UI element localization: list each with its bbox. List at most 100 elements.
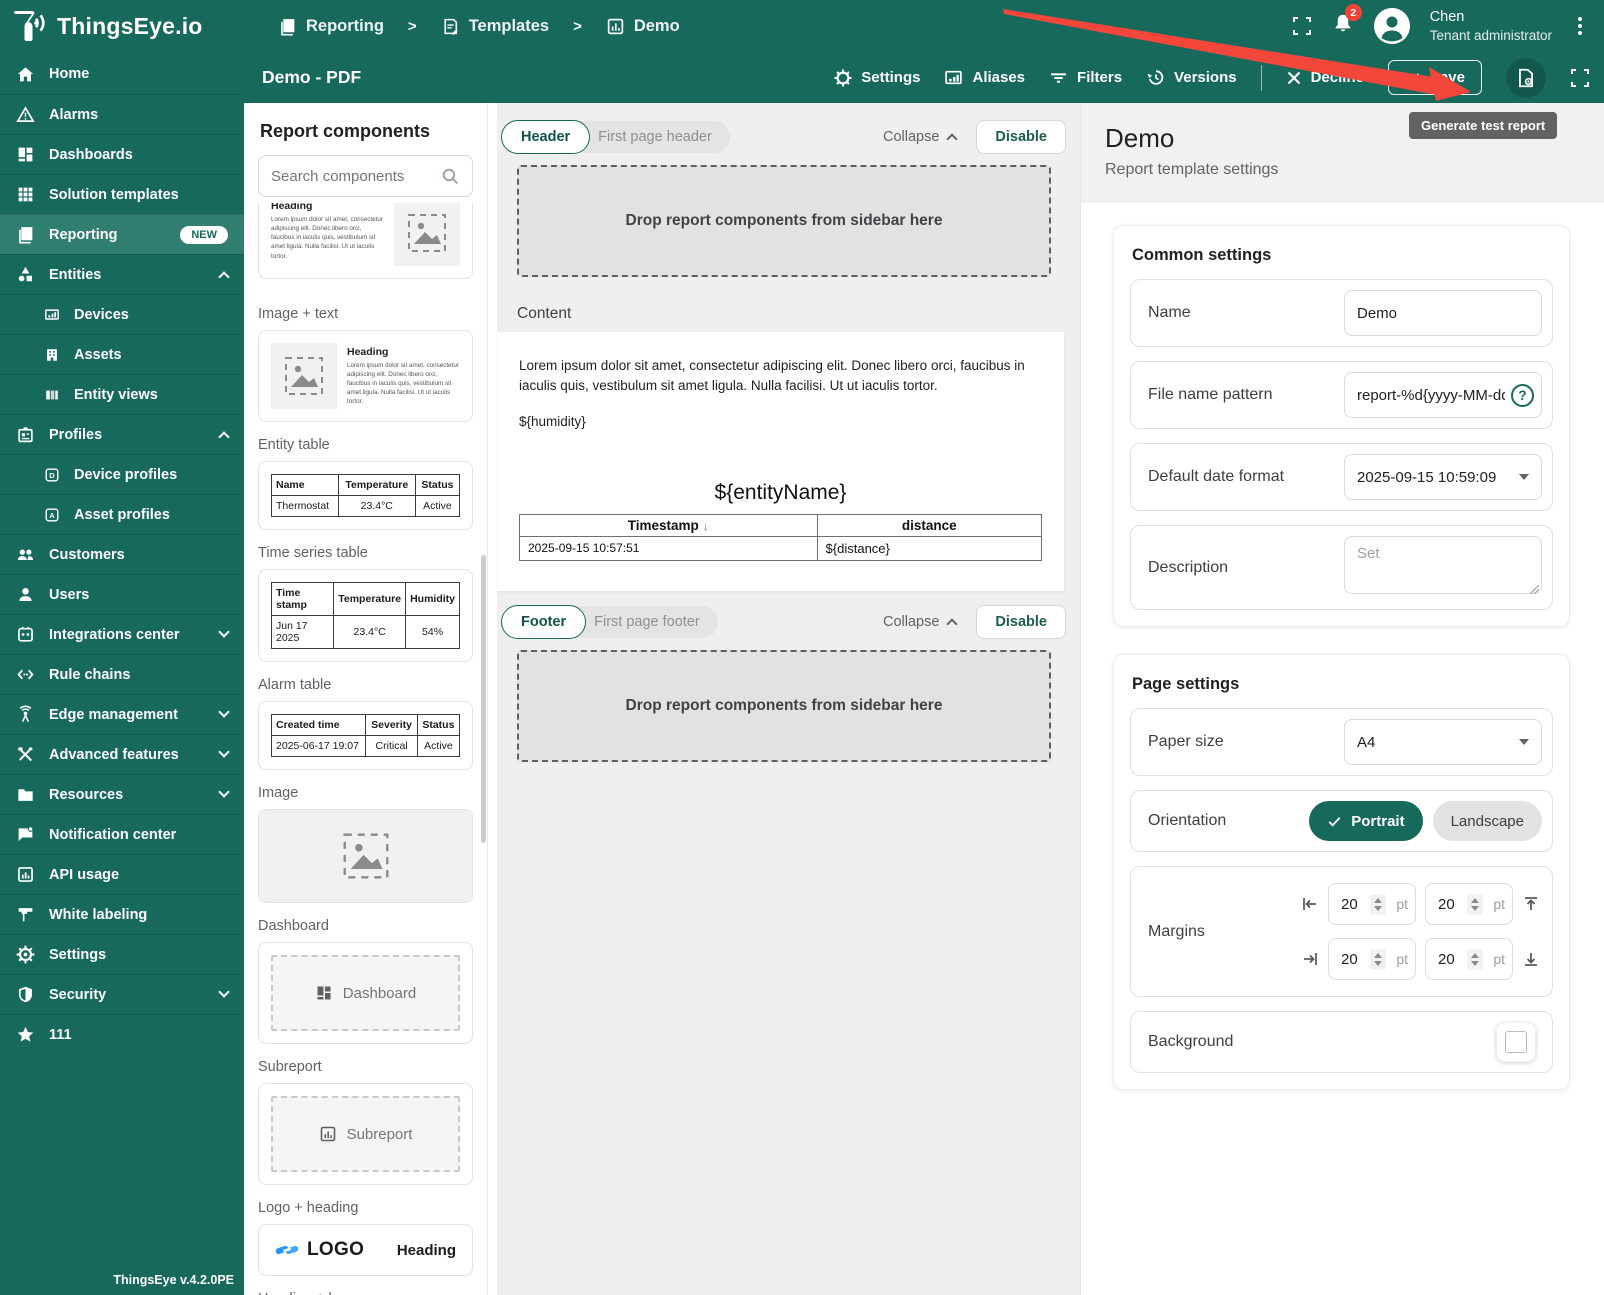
fullscreen-icon[interactable] [1292, 16, 1312, 36]
header-collapse-button[interactable]: Collapse [883, 129, 959, 145]
margin-top-input-box[interactable]: pt [1425, 883, 1513, 925]
more-menu-icon[interactable] [1572, 13, 1588, 39]
decline-button[interactable]: Decline [1286, 69, 1364, 86]
sidebar-item-customers[interactable]: Customers [0, 534, 244, 574]
search-components-box[interactable] [258, 155, 473, 197]
sidebar-item-device-profiles[interactable]: D Device profiles [0, 454, 244, 494]
background-color-picker[interactable] [1496, 1022, 1536, 1062]
components-scrollbar[interactable] [481, 555, 486, 843]
brand[interactable]: ThingsEye.io [0, 9, 244, 43]
margin-right-input[interactable] [1341, 950, 1367, 968]
sidebar-item-profiles[interactable]: Profiles [0, 414, 244, 454]
sidebar-item-advanced-features[interactable]: Advanced features [0, 734, 244, 774]
margin-left-input[interactable] [1341, 895, 1367, 913]
component-card-entity-table[interactable]: Name Temperature Status Thermostat 23.4°… [258, 461, 473, 530]
stepper-control[interactable] [1467, 893, 1483, 915]
footer-disable-button[interactable]: Disable [976, 604, 1066, 639]
unit-label: pt [1493, 951, 1505, 967]
sidebar-item-home[interactable]: Home [0, 54, 244, 94]
name-input-box[interactable] [1344, 290, 1542, 336]
badge-icon [18, 427, 33, 443]
sidebar-item-resources[interactable]: Resources [0, 774, 244, 814]
sidebar-item-security[interactable]: Security [0, 974, 244, 1014]
sidebar-item-edge-management[interactable]: Edge management [0, 694, 244, 734]
default-date-format-select[interactable]: 2025-09-15 10:59:09 [1344, 454, 1542, 500]
entities-icon [18, 266, 33, 282]
th: Status [414, 474, 461, 496]
help-icon[interactable]: ? [1511, 383, 1534, 407]
margin-bottom-input-box[interactable]: pt [1425, 938, 1513, 980]
sidebar-item-entity-views[interactable]: Entity views [0, 374, 244, 414]
sidebar-item-reporting[interactable]: Reporting NEW [0, 214, 244, 254]
paper-size-select[interactable]: A4 [1344, 719, 1542, 765]
sidebar-item-entities[interactable]: Entities [0, 254, 244, 294]
stepper-control[interactable] [1467, 948, 1483, 970]
component-card-logo-heading[interactable]: LOGO Heading [258, 1224, 473, 1276]
component-card-subreport[interactable]: Subreport [258, 1083, 473, 1185]
sidebar-item-integrations-center[interactable]: Integrations center [0, 614, 244, 654]
avatar[interactable] [1373, 7, 1410, 44]
stepper-control[interactable] [1370, 948, 1386, 970]
margin-left-input-box[interactable]: pt [1328, 883, 1416, 925]
resize-handle-icon[interactable] [1530, 585, 1539, 594]
name-input[interactable] [1357, 304, 1529, 322]
sidebar-item-rule-chains[interactable]: Rule chains [0, 654, 244, 694]
collapse-label: Collapse [882, 613, 940, 630]
filters-button[interactable]: Filters [1049, 68, 1122, 87]
sidebar-item-users[interactable]: Users [0, 574, 244, 614]
footer-dropzone[interactable]: Drop report components from sidebar here [517, 649, 1051, 762]
sidebar-item-assets[interactable]: Assets [0, 334, 244, 374]
component-card-alarm-table[interactable]: Created time Severity Status 2025-06-17 … [258, 701, 473, 770]
margin-top-input[interactable] [1438, 895, 1464, 913]
sidebar-item-notification-center[interactable]: Notification center [0, 814, 244, 854]
th: Severity [365, 714, 418, 736]
generate-test-report-button[interactable] [1506, 57, 1546, 98]
header-chip[interactable]: Header [501, 120, 591, 154]
orientation-landscape-toggle[interactable]: Landscape [1432, 801, 1542, 841]
file-name-pattern-input[interactable] [1357, 386, 1505, 404]
sort-down-icon: ↓ [702, 518, 709, 533]
footer-collapse-button[interactable]: Collapse [882, 613, 959, 630]
td-critical: Critical [365, 735, 418, 757]
toolbar-divider [1260, 64, 1262, 91]
expand-fullscreen-icon[interactable] [1570, 68, 1590, 88]
margin-right-input-box[interactable]: pt [1328, 938, 1416, 980]
sidebar-item-white-labeling[interactable]: White labeling [0, 894, 244, 934]
settings-button[interactable]: Settings [834, 69, 920, 87]
footer-chip[interactable]: Footer [501, 604, 587, 639]
notifications-bell[interactable]: 2 [1332, 4, 1362, 39]
versions-button[interactable]: Versions [1146, 68, 1237, 87]
sidebar-item-settings[interactable]: Settings [0, 934, 244, 974]
aliases-button[interactable]: Aliases [944, 68, 1025, 87]
time-series-table-preview: Time stamp Temperature Humidity Jun 17 2… [270, 582, 460, 649]
component-card-image-text[interactable]: Heading Lorem ipsum dolor sit amet, cons… [258, 330, 473, 422]
nav-label: Entity views [74, 386, 158, 403]
sidebar-item-api-usage[interactable]: API usage [0, 854, 244, 894]
breadcrumb-reporting[interactable]: Reporting [278, 17, 384, 36]
sidebar-item-111[interactable]: 111 [0, 1014, 244, 1054]
content-editor[interactable]: Lorem ipsum dolor sit amet, consectetur … [497, 332, 1064, 591]
nav-label: 111 [49, 1026, 72, 1043]
component-card-text-image-clipped[interactable]: Heading Lorem ipsum dolor sit amet, cons… [244, 203, 487, 291]
component-card-time-series-table[interactable]: Time stamp Temperature Humidity Jun 17 2… [258, 569, 473, 662]
sidebar-item-asset-profiles[interactable]: A Asset profiles [0, 494, 244, 534]
sidebar-item-solution-templates[interactable]: Solution templates [0, 174, 244, 214]
sidebar-item-alarms[interactable]: Alarms [0, 94, 244, 134]
save-button[interactable]: Save [1387, 60, 1482, 95]
file-name-pattern-box[interactable]: ? [1344, 372, 1542, 418]
margin-bottom-input[interactable] [1438, 950, 1464, 968]
sidebar-item-dashboards[interactable]: Dashboards [0, 134, 244, 174]
search-components-input[interactable] [271, 167, 433, 185]
header-dropzone[interactable]: Drop report components from sidebar here [517, 165, 1051, 277]
sidebar-item-devices[interactable]: Devices [0, 294, 244, 334]
header-disable-button[interactable]: Disable [976, 120, 1066, 154]
stepper-control[interactable] [1370, 893, 1386, 915]
description-textarea[interactable] [1344, 536, 1542, 594]
first-page-header-chip[interactable]: First page header [566, 121, 730, 153]
orientation-portrait-toggle[interactable]: Portrait [1309, 801, 1423, 841]
home-icon [17, 66, 34, 81]
component-card-dashboard[interactable]: Dashboard [258, 942, 473, 1044]
breadcrumb-templates[interactable]: Templates [441, 17, 549, 36]
component-card-image[interactable] [258, 809, 473, 903]
breadcrumb-demo[interactable]: Demo [606, 17, 680, 36]
